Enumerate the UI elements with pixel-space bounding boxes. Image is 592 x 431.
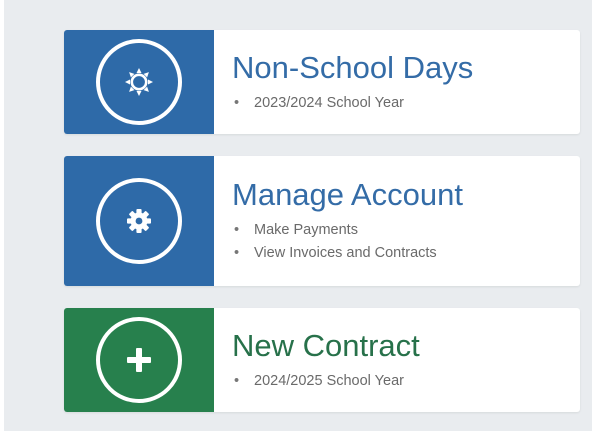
list-item-label: 2024/2025 School Year (254, 372, 404, 389)
sun-icon (125, 68, 153, 96)
non-school-days-content: Non-School Days • 2023/2024 School Year (232, 30, 568, 134)
list-item-label: Make Payments (254, 222, 358, 238)
non-school-days-list: • 2023/2024 School Year (232, 92, 568, 115)
icon-ring (96, 178, 182, 264)
manage-account-tile (64, 156, 214, 286)
bullet-dot: • (234, 94, 240, 111)
list-item[interactable]: • Make Payments (234, 219, 568, 242)
dashboard-panel: Non-School Days • 2023/2024 School Year (4, 0, 592, 431)
new-contract-title[interactable]: New Contract (232, 328, 568, 364)
manage-account-list: • Make Payments • View Invoices and Contra… (232, 219, 568, 265)
plus-icon (127, 348, 151, 372)
non-school-days-tile (64, 30, 214, 134)
icon-ring (96, 317, 182, 403)
list-item-label: 2023/2024 School Year (254, 94, 404, 111)
manage-account-title[interactable]: Manage Account (232, 177, 568, 213)
bullet-dot: • (234, 245, 240, 261)
non-school-days-title[interactable]: Non-School Days (232, 50, 568, 86)
icon-ring (96, 39, 182, 125)
list-item: • 2024/2025 School Year (234, 370, 568, 393)
new-contract-tile (64, 308, 214, 412)
list-item-label: View Invoices and Contracts (254, 245, 437, 261)
gear-icon (127, 209, 151, 233)
list-item: • 2023/2024 School Year (234, 92, 568, 115)
bullet-dot: • (234, 372, 240, 389)
new-contract-list: • 2024/2025 School Year (232, 370, 568, 393)
manage-account-card[interactable]: Manage Account • Make Payments • View Invo… (64, 156, 580, 286)
new-contract-content: New Contract • 2024/2025 School Year (232, 308, 568, 412)
bullet-dot: • (234, 222, 240, 238)
manage-account-content: Manage Account • Make Payments • View Invo… (232, 156, 568, 286)
non-school-days-card[interactable]: Non-School Days • 2023/2024 School Year (64, 30, 580, 134)
list-item[interactable]: • View Invoices and Contracts (234, 242, 568, 265)
new-contract-card[interactable]: New Contract • 2024/2025 School Year (64, 308, 580, 412)
